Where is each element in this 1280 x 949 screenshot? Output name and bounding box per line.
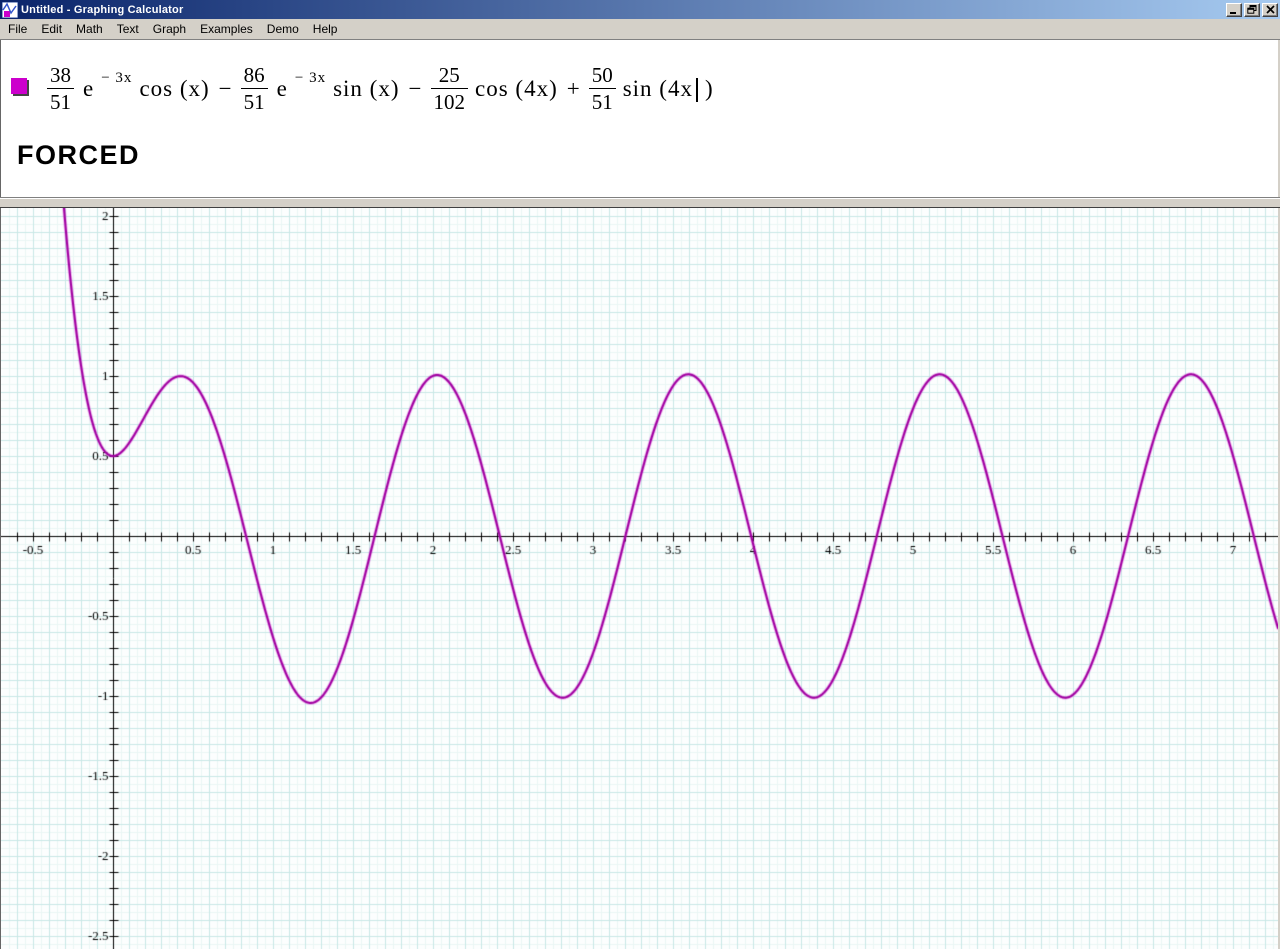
text-caret <box>695 77 698 102</box>
menubar: File Edit Math Text Graph Examples Demo … <box>0 19 1280 40</box>
equation-part: 25 102 <box>430 62 468 115</box>
menu-help[interactable]: Help <box>306 19 345 39</box>
equation-part: sin (x) <box>333 75 400 101</box>
menu-math[interactable]: Math <box>69 19 110 39</box>
graph-canvas[interactable] <box>1 208 1278 949</box>
app-icon <box>2 1 18 18</box>
close-button[interactable] <box>1262 2 1278 17</box>
equation-part: − 3x <box>294 70 327 86</box>
equation-color-swatch[interactable] <box>11 78 27 94</box>
minimize-button[interactable] <box>1226 2 1242 17</box>
menu-examples[interactable]: Examples <box>193 19 260 39</box>
annotation-text[interactable]: FORCED <box>17 140 140 171</box>
close-icon <box>1265 5 1275 14</box>
equation-part: 50 51 <box>588 62 616 115</box>
restore-button[interactable] <box>1244 2 1260 17</box>
graph-pane <box>0 208 1280 949</box>
app-window: Untitled - Graphing Calculator File Edit… <box>0 0 1280 949</box>
titlebar: Untitled - Graphing Calculator <box>0 0 1280 19</box>
pane-splitter[interactable] <box>0 197 1280 208</box>
equation-part: 38 51 <box>47 62 74 115</box>
menu-file[interactable]: File <box>1 19 34 39</box>
restore-icon <box>1247 5 1257 14</box>
minimize-icon <box>1230 12 1236 14</box>
equation-part: cos (4x) <box>475 75 558 101</box>
window-controls <box>1226 2 1278 17</box>
equation-part: 86 51 <box>240 62 268 115</box>
window-title: Untitled - Graphing Calculator <box>21 3 184 16</box>
equation-part: + <box>566 75 580 101</box>
equation-part: − 3x <box>101 70 133 86</box>
equation-part: ) <box>704 75 714 101</box>
equation-part: cos (x) <box>139 75 210 101</box>
equation-part: sin (4x <box>622 75 693 101</box>
menu-demo[interactable]: Demo <box>260 19 306 39</box>
equation-part: e <box>276 75 287 101</box>
equation[interactable]: 38 51 e − 3x cos (x) −86 51 e − 3x sin (x) −25 102 c… <box>47 62 714 115</box>
equation-pane[interactable]: 38 51 e − 3x cos (x) −86 51 e − 3x sin (x) −25 102 c… <box>0 40 1280 197</box>
equation-part: − <box>408 75 422 101</box>
equation-part: e <box>83 75 94 101</box>
equation-part: − <box>218 75 232 101</box>
menu-graph[interactable]: Graph <box>146 19 193 39</box>
menu-edit[interactable]: Edit <box>34 19 69 39</box>
menu-text[interactable]: Text <box>110 19 146 39</box>
